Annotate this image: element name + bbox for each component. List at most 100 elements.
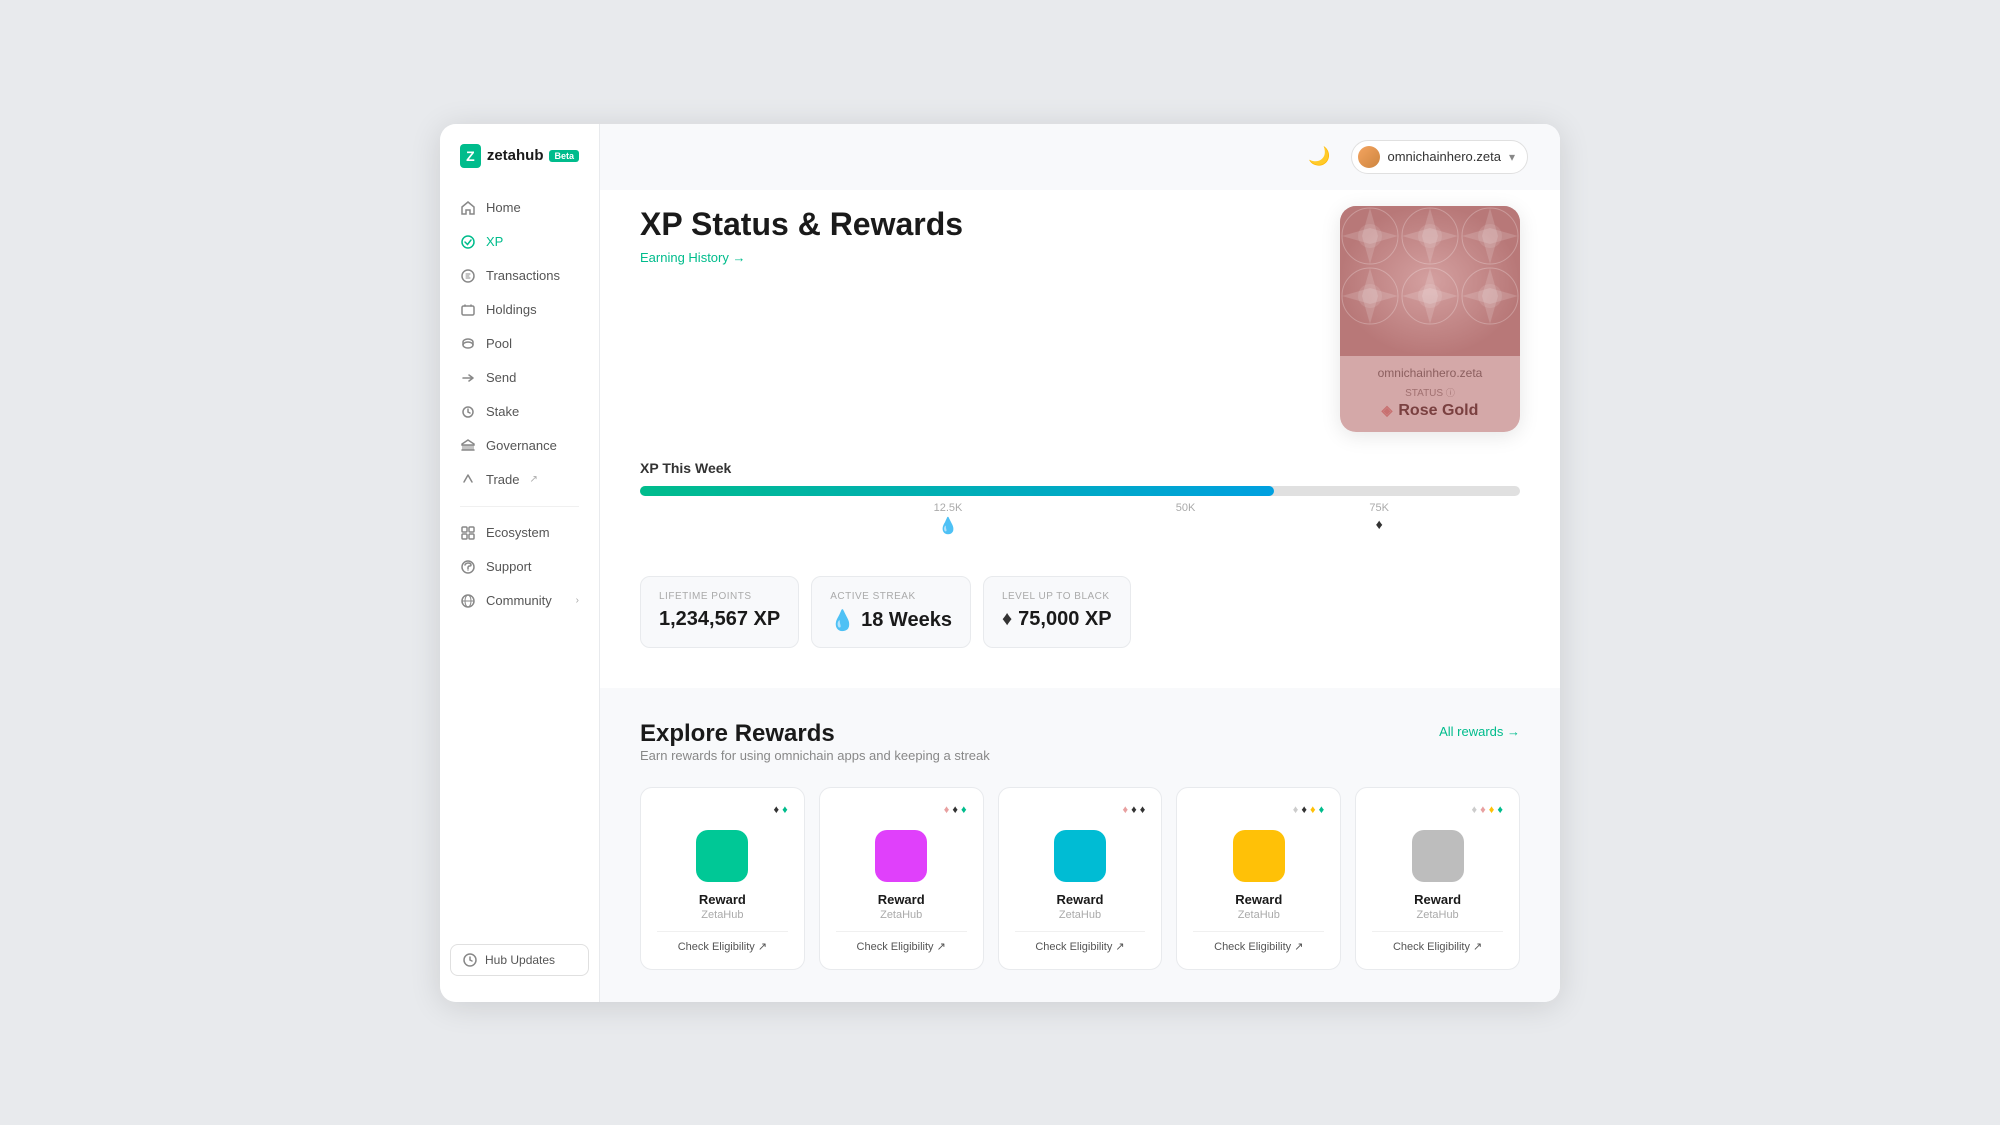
sidebar-label-transactions: Transactions: [486, 268, 560, 283]
dark-mode-button[interactable]: 🌙: [1304, 142, 1334, 171]
reward-card-4[interactable]: ♦ ♦ ♦ ♦ Reward ZetaHub Check Eligibility…: [1176, 787, 1341, 970]
sidebar-item-community[interactable]: Community ›: [450, 585, 589, 617]
sidebar-label-community: Community: [486, 593, 552, 608]
gem-marker-icon: ♦: [1376, 516, 1383, 532]
stats-row: LIFETIME POINTS 1,234,567 XP ACTIVE STRE…: [640, 576, 1520, 648]
reward-gems-2: ♦ ♦ ♦: [836, 804, 967, 816]
logo-icon: Z: [460, 144, 481, 168]
reward-card-5[interactable]: ♦ ♦ ♦ ♦ Reward ZetaHub Check Eligibility…: [1355, 787, 1520, 970]
marker-50k-label: 50K: [1176, 502, 1196, 514]
check-eligibility-3[interactable]: Check Eligibility ↗: [1015, 931, 1146, 953]
logo[interactable]: Z zetahub Beta: [440, 124, 599, 192]
sidebar-item-transactions[interactable]: Transactions: [450, 260, 589, 292]
sidebar-item-trade[interactable]: Trade ↗: [450, 464, 589, 496]
rewards-grid: ♦ ♦ Reward ZetaHub Check Eligibility ↗ ♦…: [640, 787, 1520, 970]
sidebar-label-xp: XP: [486, 234, 503, 249]
sidebar-item-ecosystem[interactable]: Ecosystem: [450, 517, 589, 549]
sidebar-label-home: Home: [486, 200, 521, 215]
sidebar-item-support[interactable]: Support: [450, 551, 589, 583]
nav-divider-1: [460, 506, 579, 507]
marker-75k: 75K ♦: [1369, 502, 1389, 532]
reward-icon-1: [696, 830, 748, 882]
card-status-label: STATUS ⓘ: [1354, 386, 1506, 399]
send-icon: [460, 370, 476, 386]
card-username: omnichainhero.zeta: [1354, 366, 1506, 380]
xp-week-section: XP This Week 12.5K 💧 50K 75K ♦: [640, 460, 1520, 532]
sidebar-label-ecosystem: Ecosystem: [486, 525, 550, 540]
sidebar-item-xp[interactable]: XP: [450, 226, 589, 258]
streak-drop-icon: 💧: [938, 516, 958, 536]
stat-active-streak: ACTIVE STREAK 💧 18 Weeks: [811, 576, 971, 648]
reward-card-3[interactable]: ♦ ♦ ♦ Reward ZetaHub Check Eligibility ↗: [998, 787, 1163, 970]
status-info-icon[interactable]: ⓘ: [1446, 388, 1455, 398]
reward-source-4: ZetaHub: [1238, 909, 1280, 921]
sidebar-label-support: Support: [486, 559, 532, 574]
rose-gold-gem-icon: ◈: [1382, 402, 1393, 419]
sidebar-label-send: Send: [486, 370, 516, 385]
gem-3-2: ♦: [1131, 804, 1137, 816]
hub-updates-label: Hub Updates: [485, 953, 555, 967]
marker-12k: 12.5K 💧: [934, 502, 963, 536]
progress-fill: [640, 486, 1274, 496]
holdings-icon: [460, 302, 476, 318]
xp-section: XP Status & Rewards Earning History →: [600, 190, 1560, 688]
gem-4-4: ♦: [1319, 804, 1325, 816]
gem-2-1: ♦: [944, 804, 950, 816]
sidebar-item-governance[interactable]: Governance: [450, 430, 589, 462]
all-rewards-link[interactable]: All rewards →: [1439, 724, 1520, 739]
sidebar-item-home[interactable]: Home: [450, 192, 589, 224]
streak-icon: 💧: [830, 608, 855, 633]
reward-icon-3: [1054, 830, 1106, 882]
card-status-value: ◈ Rose Gold: [1354, 402, 1506, 420]
sidebar-item-holdings[interactable]: Holdings: [450, 294, 589, 326]
page-title: XP Status & Rewards: [640, 206, 963, 243]
reward-icon-5: [1412, 830, 1464, 882]
stat-streak-value: 💧 18 Weeks: [830, 608, 952, 633]
reward-gems-5: ♦ ♦ ♦ ♦: [1372, 804, 1503, 816]
check-eligibility-5[interactable]: Check Eligibility ↗: [1372, 931, 1503, 953]
user-chevron-icon: ▾: [1509, 150, 1515, 164]
rewards-header: Explore Rewards Earn rewards for using o…: [640, 720, 1520, 783]
user-menu[interactable]: omnichainhero.zeta ▾: [1351, 140, 1529, 174]
app-window: Z zetahub Beta Home XP: [440, 124, 1560, 1002]
reward-name-4: Reward: [1235, 892, 1282, 907]
stat-lifetime-value: 1,234,567 XP: [659, 608, 780, 631]
hub-updates-button[interactable]: Hub Updates: [450, 944, 589, 976]
black-gem-icon: ♦: [1002, 608, 1012, 631]
reward-gems-1: ♦ ♦: [657, 804, 788, 816]
reward-source-1: ZetaHub: [701, 909, 743, 921]
check-eligibility-4[interactable]: Check Eligibility ↗: [1193, 931, 1324, 953]
sidebar-label-pool: Pool: [486, 336, 512, 351]
gem-4-2: ♦: [1301, 804, 1307, 816]
reward-card-2[interactable]: ♦ ♦ ♦ Reward ZetaHub Check Eligibility ↗: [819, 787, 984, 970]
check-eligibility-2[interactable]: Check Eligibility ↗: [836, 931, 967, 953]
reward-name-3: Reward: [1057, 892, 1104, 907]
reward-card-1[interactable]: ♦ ♦ Reward ZetaHub Check Eligibility ↗: [640, 787, 805, 970]
reward-gems-3: ♦ ♦ ♦: [1015, 804, 1146, 816]
support-icon: [460, 559, 476, 575]
earning-history-link[interactable]: Earning History →: [640, 250, 745, 265]
stat-level-up: LEVEL UP TO BLACK ♦ 75,000 XP: [983, 576, 1131, 648]
sidebar-item-send[interactable]: Send: [450, 362, 589, 394]
community-icon: [460, 593, 476, 609]
reward-source-3: ZetaHub: [1059, 909, 1101, 921]
stat-levelup-value: ♦ 75,000 XP: [1002, 608, 1112, 631]
check-eligibility-1[interactable]: Check Eligibility ↗: [657, 931, 788, 953]
reward-name-2: Reward: [878, 892, 925, 907]
sidebar-item-stake[interactable]: Stake: [450, 396, 589, 428]
sidebar-item-pool[interactable]: Pool: [450, 328, 589, 360]
xp-header: XP Status & Rewards Earning History →: [640, 206, 1520, 432]
xp-week-label: XP This Week: [640, 460, 1520, 476]
card-bottom: omnichainhero.zeta STATUS ⓘ ◈ Rose Gold: [1340, 356, 1520, 432]
reward-source-5: ZetaHub: [1416, 909, 1458, 921]
gem-4-1: ♦: [1293, 804, 1299, 816]
card-pattern: [1340, 206, 1520, 356]
reward-gems-4: ♦ ♦ ♦ ♦: [1193, 804, 1324, 816]
reward-source-2: ZetaHub: [880, 909, 922, 921]
gem-3-1: ♦: [1123, 804, 1129, 816]
xp-title-block: XP Status & Rewards Earning History →: [640, 206, 963, 267]
gem-5-4: ♦: [1497, 804, 1503, 816]
gem-3-3: ♦: [1140, 804, 1146, 816]
updates-icon: [463, 953, 477, 967]
progress-bar: [640, 486, 1520, 496]
